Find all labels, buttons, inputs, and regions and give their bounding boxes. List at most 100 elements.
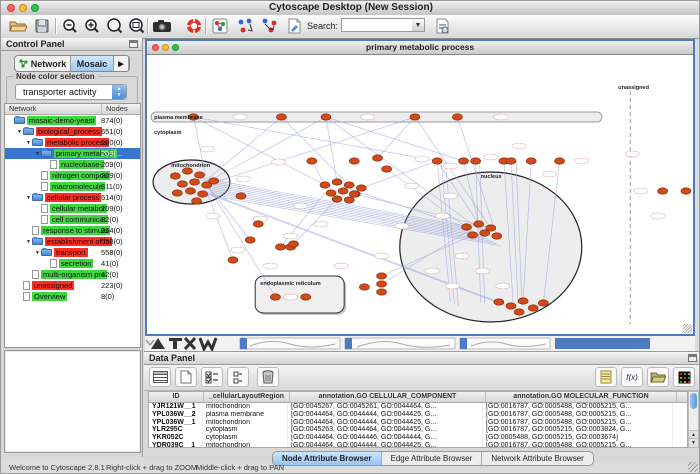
network-node[interactable]	[321, 114, 331, 120]
formula-icon[interactable]: f(x)	[621, 367, 643, 387]
network-node[interactable]	[506, 158, 516, 164]
network-node[interactable]	[468, 232, 478, 238]
tree-row[interactable]: response to stimulu264(0)	[5, 225, 140, 236]
attribute-table-icon[interactable]	[149, 367, 171, 387]
scrollbar-thumb[interactable]	[690, 393, 697, 409]
tree-row[interactable]: cell communicat22(0)	[5, 214, 140, 225]
network-node[interactable]	[432, 158, 442, 164]
tree-row[interactable]: ▼metabolic process280(0)	[5, 137, 140, 148]
network-node[interactable]	[372, 155, 382, 161]
attribute-columns-icon[interactable]	[227, 367, 249, 387]
network-node[interactable]	[170, 173, 180, 179]
zoom-out-icon[interactable]	[59, 16, 81, 36]
network-node[interactable]	[681, 188, 691, 194]
network-node[interactable]	[359, 284, 369, 290]
tab-mosaic[interactable]: Mosaic	[71, 56, 114, 71]
save-icon[interactable]	[31, 16, 53, 36]
table-row[interactable]: YJR121W__1mitochondrion[GO:0045267, GO:0…	[149, 403, 687, 411]
network-node[interactable]	[189, 179, 199, 185]
network-node[interactable]	[492, 233, 502, 239]
tree-row[interactable]: ▼primary metabolic209(...	[5, 148, 140, 159]
expander-icon[interactable]: ▼	[34, 250, 41, 256]
table-column-header[interactable]: ID	[149, 392, 204, 402]
network-node[interactable]	[289, 241, 299, 247]
tree-row[interactable]: nucleobase-209(0)	[5, 159, 140, 170]
tree-row[interactable]: mosaic-demo-yeast874(0)	[5, 115, 140, 126]
node-color-dropdown[interactable]: transporter activity ▲▼	[15, 84, 127, 100]
network-node[interactable]	[301, 294, 311, 300]
notepad-icon[interactable]	[595, 367, 617, 387]
network-node[interactable]	[195, 172, 205, 178]
window-resize-grip[interactable]	[683, 324, 692, 333]
table-column-header[interactable]: annotation.GO CELLULAR_COMPONENT	[290, 392, 486, 402]
network-node[interactable]	[658, 188, 668, 194]
network-node[interactable]	[275, 244, 285, 250]
annotation-icon[interactable]	[283, 16, 305, 36]
birds-eye-view[interactable]	[4, 350, 141, 453]
expander-icon[interactable]: ▼	[25, 239, 32, 245]
table-column-header[interactable]: _cellularLayoutRegion	[204, 392, 290, 402]
search-dropdown-arrow-icon[interactable]: ▼	[412, 18, 425, 32]
layout-icon-a[interactable]	[235, 16, 257, 36]
zoom-in-icon[interactable]	[81, 16, 103, 36]
zoom-selected-icon[interactable]	[103, 16, 125, 36]
tree-row[interactable]: cellular metabol209(0)	[5, 203, 140, 214]
network-node[interactable]	[506, 303, 516, 309]
attribute-table[interactable]: ID_cellularLayoutRegionannotation.GO CEL…	[148, 391, 688, 448]
network-node[interactable]	[480, 230, 490, 236]
table-scrollbar[interactable]: ▲ ▼	[688, 391, 699, 448]
table-row[interactable]: YDR039C__1mitochondrion[GO:0044464, GO:0…	[149, 442, 687, 448]
search-options-icon[interactable]	[431, 16, 453, 36]
vizmapper-icon[interactable]	[209, 16, 231, 36]
tab-overflow-arrow-icon[interactable]: ▶	[114, 56, 129, 71]
matrix-icon[interactable]	[673, 367, 695, 387]
scroll-down-icon[interactable]: ▼	[689, 438, 698, 447]
network-node[interactable]	[458, 158, 468, 164]
table-row[interactable]: YLR295Ccytoplasm[GO:0045263, GO:0044464,…	[149, 426, 687, 434]
network-node[interactable]	[209, 178, 219, 184]
tree-row[interactable]: unassigned223(0)	[5, 280, 140, 291]
network-node[interactable]	[518, 298, 528, 304]
network-node[interactable]	[452, 114, 462, 120]
tree-row[interactable]: secretion41(0)	[5, 258, 140, 269]
network-node[interactable]	[382, 166, 392, 172]
help-lifering-icon[interactable]	[183, 16, 205, 36]
network-node[interactable]	[554, 158, 564, 164]
network-node[interactable]	[526, 158, 536, 164]
tree-column-nodes[interactable]: Nodes	[102, 104, 128, 114]
zoom-fit-icon[interactable]	[125, 16, 147, 36]
network-node[interactable]	[198, 191, 208, 197]
table-row[interactable]: YPL036W__2plasma membrane[GO:0044464, GO…	[149, 411, 687, 419]
network-node[interactable]	[236, 193, 246, 199]
app-resize-grip[interactable]	[688, 462, 698, 472]
search-input[interactable]	[341, 18, 413, 32]
network-node[interactable]	[338, 188, 348, 194]
network-node[interactable]	[474, 221, 484, 227]
network-window-titlebar[interactable]: primary metabolic process	[147, 41, 693, 55]
float-panel-icon[interactable]	[688, 354, 697, 362]
table-row[interactable]: YKR052Ccytoplasm[GO:0044464, GO:0044446,…	[149, 434, 687, 442]
network-node[interactable]	[320, 182, 330, 188]
tree-column-network[interactable]: Network	[5, 104, 102, 114]
network-node[interactable]	[177, 181, 187, 187]
network-node[interactable]	[172, 190, 182, 196]
tree-row[interactable]: Overview8(0)	[5, 291, 140, 302]
network-node[interactable]	[253, 221, 263, 227]
background-windows-strip[interactable]	[145, 336, 695, 351]
snapshot-camera-icon[interactable]	[151, 16, 173, 36]
network-node[interactable]	[332, 196, 342, 202]
network-node[interactable]	[245, 237, 255, 243]
network-node[interactable]	[276, 114, 286, 120]
delete-attribute-icon[interactable]	[257, 367, 279, 387]
network-node[interactable]	[356, 185, 366, 191]
network-node[interactable]	[377, 273, 387, 279]
table-column-header[interactable]: annotation.GO MOLECULAR_FUNCTION	[486, 392, 677, 402]
network-node[interactable]	[538, 300, 548, 306]
network-node[interactable]	[344, 197, 354, 203]
network-node[interactable]	[410, 114, 420, 120]
tree-row[interactable]: ▼biological_process651(0)	[5, 126, 140, 137]
network-node[interactable]	[528, 305, 538, 311]
tree-row[interactable]: ▼establishment of lo558(0)	[5, 236, 140, 247]
layout-icon-b[interactable]	[259, 16, 281, 36]
table-row[interactable]: YPL036W__1mitochondrion[GO:0044464, GO:0…	[149, 419, 687, 427]
